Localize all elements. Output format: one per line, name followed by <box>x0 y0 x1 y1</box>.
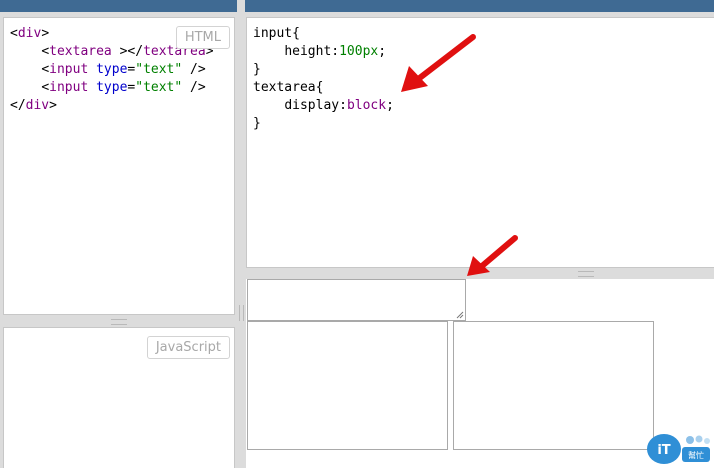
css-result-resize-handle[interactable] <box>578 271 594 277</box>
column-resize-handle[interactable] <box>239 305 244 321</box>
ithome-logo-icon: iT 幫忙 <box>647 434 710 464</box>
css-code[interactable]: input{ height:100px; } textarea{ display… <box>253 25 394 133</box>
svg-text:iT: iT <box>657 443 670 458</box>
annotation-arrow-icon <box>401 34 476 92</box>
html-editor-panel[interactable]: <div> <textarea ></textarea> <input type… <box>3 17 235 315</box>
javascript-panel-label: JavaScript <box>146 336 230 359</box>
textarea-resize-icon[interactable] <box>456 311 464 319</box>
css-line-5: display:block; <box>284 98 394 113</box>
css-line-3: } <box>253 62 261 77</box>
top-bar <box>0 0 714 12</box>
css-editor-panel[interactable]: input{ height:100px; } textarea{ display… <box>246 17 714 268</box>
css-line-4: textarea{ <box>253 80 324 95</box>
svg-text:幫忙: 幫忙 <box>688 450 704 460</box>
code-line-3: <input type="text" /> <box>41 62 206 77</box>
code-line-1: <div> <box>10 26 50 41</box>
code-line-4: <input type="text" /> <box>41 80 206 95</box>
css-line-6: } <box>253 116 261 131</box>
result-input-1[interactable] <box>247 321 448 450</box>
css-line-1: input{ <box>253 26 300 41</box>
html-js-resize-handle[interactable] <box>111 319 127 325</box>
html-panel-label: HTML <box>175 26 230 49</box>
result-input-2[interactable] <box>453 321 654 450</box>
code-line-5: </div> <box>10 98 57 113</box>
top-bar-divider <box>237 0 245 12</box>
javascript-editor-panel[interactable]: JavaScript <box>3 327 235 468</box>
result-textarea[interactable] <box>247 279 466 321</box>
css-line-2: height:100px; <box>284 44 387 59</box>
annotation-arrow-icon <box>467 235 518 276</box>
